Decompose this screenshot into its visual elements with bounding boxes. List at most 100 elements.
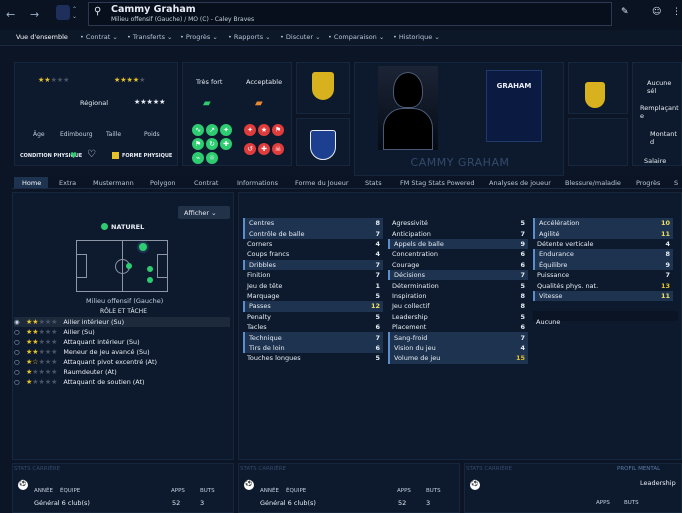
- trait-icon[interactable]: ⚑: [272, 124, 284, 136]
- radio-icon[interactable]: ○: [14, 378, 26, 386]
- attribute-row[interactable]: Sang-froid 7: [388, 332, 528, 343]
- attribute-row[interactable]: Leadership 5: [388, 312, 528, 322]
- trait-icon[interactable]: ∿: [192, 124, 204, 136]
- trait-icon[interactable]: ↺: [244, 143, 256, 155]
- attribute-row[interactable]: Équilibre 9: [533, 259, 673, 270]
- radio-icon[interactable]: ○: [14, 368, 26, 376]
- trait-icon[interactable]: ⌁: [192, 152, 204, 164]
- trait-icon[interactable]: ★: [258, 124, 270, 136]
- dropdown-icon[interactable]: ⌃ ⌄: [72, 6, 77, 20]
- attribute-row[interactable]: Agressivité 5: [388, 218, 528, 228]
- role-row[interactable]: ◉ ★★ ★★★ Ailier intérieur (Su): [14, 317, 230, 327]
- more-icon[interactable]: ⋮: [672, 7, 681, 17]
- scotland-crest-icon[interactable]: [312, 72, 334, 100]
- attribute-row[interactable]: Vision du jeu 4: [388, 342, 528, 354]
- attribute-row[interactable]: Corners 4: [243, 239, 383, 249]
- tab-extra[interactable]: Extra: [59, 179, 76, 187]
- position-natural-dot[interactable]: [139, 243, 147, 251]
- nav-discuss[interactable]: • Discuter ⌄: [280, 33, 321, 41]
- radio-icon[interactable]: ○: [14, 348, 26, 356]
- tab-polygon[interactable]: Polygon: [150, 179, 176, 187]
- tab-form[interactable]: Forme du Joueur: [295, 179, 349, 187]
- nav-transfers[interactable]: • Transferts ⌄: [127, 33, 173, 41]
- attribute-row[interactable]: Technique 7: [243, 332, 383, 343]
- forward-icon[interactable]: →: [30, 8, 39, 21]
- tab-analysis[interactable]: Analyses de joueur: [489, 179, 551, 187]
- attribute-row[interactable]: Jeu de tête 1: [243, 280, 383, 290]
- attribute-row[interactable]: Appels de balle 9: [388, 238, 528, 250]
- attribute-row[interactable]: Courage 6: [388, 260, 528, 270]
- tab-more[interactable]: S: [674, 179, 678, 187]
- nav-contract[interactable]: • Contrat ⌄: [80, 33, 118, 41]
- attribute-row[interactable]: Qualités phys. nat. 13: [533, 280, 673, 290]
- radio-icon[interactable]: ○: [14, 358, 26, 366]
- attribute-row[interactable]: Centres 8: [243, 218, 383, 229]
- tab-contract[interactable]: Contrat: [194, 179, 218, 187]
- trait-icon[interactable]: ☠: [272, 143, 284, 155]
- attribute-row[interactable]: Puissance 7: [533, 270, 673, 280]
- tab-home[interactable]: Home: [22, 179, 41, 187]
- attribute-row[interactable]: Accélération 10: [533, 218, 673, 229]
- role-row[interactable]: ○ ★ ★★★★ Raumdeuter (At): [14, 367, 230, 377]
- radio-icon[interactable]: ◉: [14, 318, 26, 326]
- attribute-row[interactable]: Jeu collectif 8: [388, 301, 528, 311]
- nav-overview[interactable]: Vue d'ensemble: [16, 33, 68, 41]
- attribute-row[interactable]: Tirs de loin 6: [243, 342, 383, 354]
- role-row[interactable]: ○ ★ ★★★★ Attaquant de soutien (At): [14, 377, 230, 387]
- edit-icon[interactable]: ✎: [621, 7, 629, 17]
- trait-icon[interactable]: ☼: [206, 152, 218, 164]
- attribute-row[interactable]: Agilité 11: [533, 228, 673, 239]
- attribute-row[interactable]: Décisions 7: [388, 270, 528, 281]
- position-dot[interactable]: [126, 263, 132, 269]
- nav-history[interactable]: • Historique ⌄: [393, 33, 440, 41]
- attribute-row[interactable]: Penalty 5: [243, 312, 383, 322]
- role-row[interactable]: ○ ★★ ★★★ Ailier (Su): [14, 327, 230, 337]
- attribute-row[interactable]: Dribbles 7: [243, 259, 383, 270]
- club-crest-icon[interactable]: [56, 5, 70, 20]
- attribute-row[interactable]: Détermination 5: [388, 280, 528, 290]
- search-icon[interactable]: ⚲: [94, 6, 101, 17]
- tab-fm-stag[interactable]: FM Stag Stats Powered: [400, 179, 475, 187]
- nav-compare[interactable]: • Comparaison ⌄: [328, 33, 384, 41]
- attribute-row[interactable]: Marquage 5: [243, 291, 383, 301]
- trait-icon[interactable]: ✦: [220, 124, 232, 136]
- radio-icon[interactable]: ○: [14, 328, 26, 336]
- attribute-row[interactable]: Endurance 8: [533, 249, 673, 260]
- role-row[interactable]: ○ ★★ ★★★ Attaquant intérieur (Su): [14, 337, 230, 347]
- attribute-row[interactable]: Tacles 6: [243, 322, 383, 332]
- nav-progress[interactable]: • Progrès ⌄: [180, 33, 218, 41]
- position-dot[interactable]: [147, 266, 153, 272]
- position-dot[interactable]: [147, 277, 153, 283]
- attribute-row[interactable]: Contrôle de balle 7: [243, 228, 383, 239]
- attribute-row[interactable]: Passes 12: [243, 301, 383, 312]
- attribute-row[interactable]: Coups francs 4: [243, 249, 383, 259]
- trait-icon[interactable]: ↗: [206, 124, 218, 136]
- attribute-row[interactable]: Placement 6: [388, 322, 528, 332]
- national-crest-icon[interactable]: [585, 82, 605, 108]
- nav-reports[interactable]: • Rapports ⌄: [228, 33, 271, 41]
- trait-icon[interactable]: ✦: [244, 124, 256, 136]
- show-button[interactable]: Afficher ⌄: [178, 206, 230, 219]
- trait-icon[interactable]: ✚: [220, 138, 232, 150]
- tab-progress[interactable]: Progrès: [636, 179, 660, 187]
- radio-icon[interactable]: ○: [14, 338, 26, 346]
- attribute-row[interactable]: Touches longues 5: [243, 353, 383, 363]
- attribute-row[interactable]: Détente verticale 4: [533, 239, 673, 249]
- attribute-row[interactable]: Anticipation 7: [388, 228, 528, 238]
- avatar-icon[interactable]: ☺: [652, 7, 661, 17]
- role-row[interactable]: ○ ★★ ★★★ Meneur de jeu avancé (Su): [14, 347, 230, 357]
- tab-information[interactable]: Informations: [237, 179, 278, 187]
- attribute-row[interactable]: Inspiration 8: [388, 291, 528, 301]
- tab-injury[interactable]: Blessure/maladie: [565, 179, 621, 187]
- attribute-row[interactable]: Vitesse 11: [533, 290, 673, 302]
- attribute-row[interactable]: Concentration 6: [388, 249, 528, 259]
- caley-braves-crest-icon[interactable]: [310, 130, 336, 160]
- back-icon[interactable]: ←: [6, 8, 15, 21]
- role-row[interactable]: ○ ★☆ ★★★ Attaquant pivot excentré (At): [14, 357, 230, 367]
- attribute-row[interactable]: Finition 7: [243, 270, 383, 280]
- trait-icon[interactable]: ↻: [206, 138, 218, 150]
- tab-mustermann[interactable]: Mustermann: [93, 179, 134, 187]
- trait-icon[interactable]: ⚑: [192, 138, 204, 150]
- tab-stats[interactable]: Stats: [365, 179, 382, 187]
- attribute-row[interactable]: Volume de jeu 15: [388, 353, 528, 364]
